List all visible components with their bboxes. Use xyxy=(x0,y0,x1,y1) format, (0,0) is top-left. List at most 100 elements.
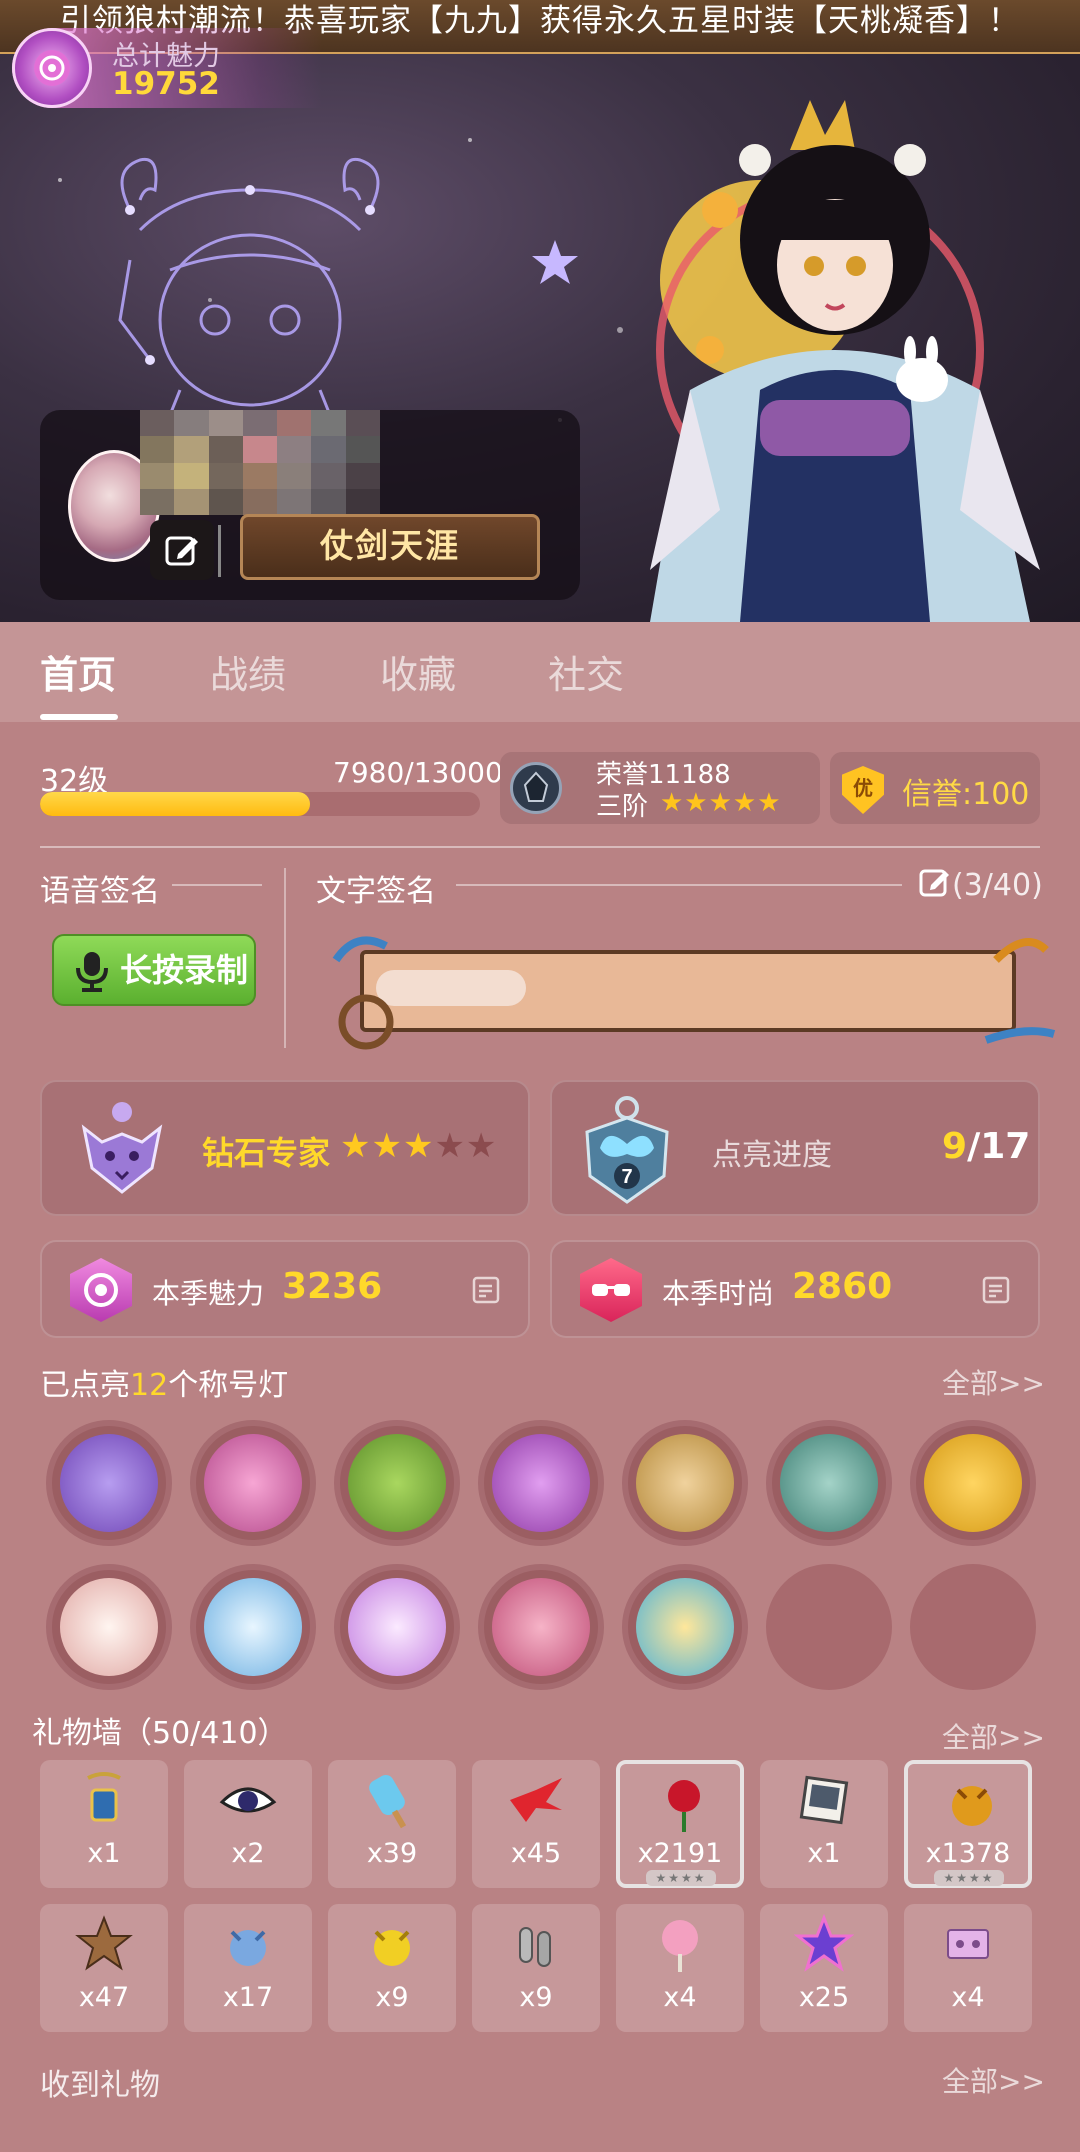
gift-count: x1378 xyxy=(925,1838,1011,1869)
cotton-candy-icon xyxy=(662,1920,698,1972)
tab-collection[interactable]: 收藏 xyxy=(380,644,456,699)
crossbow-icon xyxy=(780,1434,878,1532)
sword-shield-lamp[interactable] xyxy=(622,1420,748,1546)
gift-item[interactable]: x1378 ★★★★ xyxy=(904,1760,1032,1888)
season-fashion-card[interactable]: 本季时尚 2860 xyxy=(550,1240,1040,1338)
gift-item[interactable]: x39 xyxy=(328,1760,456,1888)
gift-count: x9 xyxy=(519,1982,553,2013)
light-progress-value: 9/17 xyxy=(942,1126,1030,1167)
total-charm-panel: 总计魅力 19752 xyxy=(12,28,322,108)
character-fashion-art xyxy=(650,100,1040,622)
potion-lamp[interactable] xyxy=(190,1420,316,1546)
rank-card[interactable]: 钻石专家 ★★★★★ xyxy=(40,1080,530,1216)
rank-name: 钻石专家 xyxy=(202,1134,331,1172)
eye-icon xyxy=(219,1787,277,1813)
title-lamps-suffix: 个称号灯 xyxy=(168,1368,289,1403)
honor-emblem-icon xyxy=(510,762,562,814)
honor-panel[interactable]: 荣誉11188 三阶 ★★★★★ xyxy=(500,752,820,824)
empty-slot xyxy=(910,1564,1036,1690)
rose-badge-icon xyxy=(12,28,92,108)
gift-count: x45 xyxy=(510,1838,562,1869)
season-charm-label: 本季魅力 xyxy=(152,1277,265,1310)
microphone-icon xyxy=(76,952,108,992)
credit-panel[interactable]: 优 信誉:100 xyxy=(830,752,1040,824)
gift-item[interactable]: x1 xyxy=(40,1760,168,1888)
tab-records[interactable]: 战绩 xyxy=(210,644,286,699)
pearl-icon xyxy=(204,1578,302,1676)
tab-social[interactable]: 社交 xyxy=(548,644,624,699)
title-lamps-see-all[interactable]: 全部>> xyxy=(942,1362,1045,1402)
record-voice-button[interactable]: 长按录制 xyxy=(52,934,256,1006)
section-divider xyxy=(40,846,1040,848)
edit-profile-button[interactable] xyxy=(150,520,214,580)
light-progress-card[interactable]: 7 点亮进度 9/17 xyxy=(550,1080,1040,1216)
light-emblem-number: 7 xyxy=(621,1166,632,1188)
paper-crane-icon xyxy=(510,1778,562,1822)
list-detail-icon[interactable] xyxy=(982,1276,1012,1306)
lipstick-lamp[interactable] xyxy=(478,1564,604,1690)
gift-star-rating: ★★★★ xyxy=(646,1870,716,1886)
gift-item[interactable]: x2191 ★★★★ xyxy=(616,1760,744,1888)
season-charm-card[interactable]: 本季魅力 3236 xyxy=(40,1240,530,1338)
rose-lamp[interactable] xyxy=(46,1564,172,1690)
gift-item[interactable]: x9 xyxy=(328,1904,456,2032)
sword-shield-icon xyxy=(636,1434,734,1532)
gift-item[interactable]: x45 xyxy=(472,1760,600,1888)
gift-count: x4 xyxy=(951,1982,985,2013)
crossbow-lamp[interactable] xyxy=(766,1420,892,1546)
gift-wall-see-all[interactable]: 全部>> xyxy=(942,1716,1045,1756)
gift-item[interactable]: x1 xyxy=(760,1760,888,1888)
gift-count: x47 xyxy=(78,1982,130,2013)
gift-star-rating: ★★★★ xyxy=(934,1870,1004,1886)
text-signature-count[interactable]: (3/40) xyxy=(918,866,1043,903)
gift-item[interactable]: x17 xyxy=(184,1904,312,2032)
player-name-blurred xyxy=(140,410,380,515)
level-progress-fill xyxy=(40,792,311,816)
constellation-art xyxy=(118,157,380,440)
gift-item[interactable]: x47 xyxy=(40,1904,168,2032)
honor-tier: 三阶 xyxy=(596,792,649,822)
popcorn-icon xyxy=(636,1578,734,1676)
pearl-lamp[interactable] xyxy=(190,1564,316,1690)
tab-home[interactable]: 首页 xyxy=(40,644,116,699)
blue-cat-icon xyxy=(230,1930,266,1966)
rose-icon xyxy=(70,1258,132,1322)
cassette-icon xyxy=(947,1929,989,1959)
gift-count: x2191 xyxy=(637,1838,723,1869)
edit-icon xyxy=(165,536,198,566)
amulet-icon xyxy=(87,1772,121,1822)
dagger-lamp[interactable] xyxy=(910,1420,1036,1546)
text-label-line xyxy=(456,884,902,886)
gift-item[interactable]: x25 xyxy=(760,1904,888,2032)
gift-count: x2 xyxy=(231,1838,265,1869)
gift-item[interactable]: x4 xyxy=(616,1904,744,2032)
total-charm-value: 19752 xyxy=(112,66,220,102)
voice-signature-label: 语音签名 xyxy=(40,874,160,909)
light-progress-total: /17 xyxy=(967,1126,1031,1167)
wolf-figure-icon xyxy=(952,1786,992,1826)
popcorn-lamp[interactable] xyxy=(622,1564,748,1690)
text-signature-label: 文字签名 xyxy=(316,874,436,909)
gift-wall-heading: 礼物墙（50/410） xyxy=(32,1716,288,1751)
text-signature-scroll[interactable] xyxy=(326,930,1056,1050)
list-detail-icon[interactable] xyxy=(472,1276,502,1306)
level-exp: 7980/13000 xyxy=(333,756,503,789)
dagger-icon xyxy=(924,1434,1022,1532)
title-lamps-prefix: 已点亮 xyxy=(40,1368,130,1403)
title-badge[interactable]: 仗剑天涯 xyxy=(240,514,540,580)
level-progress-bar xyxy=(40,792,480,816)
sheriff-star-icon xyxy=(75,1915,133,1971)
gift-item[interactable]: x2 xyxy=(184,1760,312,1888)
light-progress-label: 点亮进度 xyxy=(712,1138,832,1173)
popsicle-icon xyxy=(369,1774,407,1829)
planet-lamp[interactable] xyxy=(334,1564,460,1690)
cannon-lamp[interactable] xyxy=(334,1420,460,1546)
magic-shield-lamp[interactable] xyxy=(478,1420,604,1546)
gift-item[interactable]: x9 xyxy=(472,1904,600,2032)
received-gifts-see-all[interactable]: 全部>> xyxy=(942,2060,1045,2100)
gift-count: x1 xyxy=(807,1838,841,1869)
cards-lamp[interactable] xyxy=(46,1420,172,1546)
wolf-emblem-icon xyxy=(81,1102,163,1194)
gift-item[interactable]: x4 xyxy=(904,1904,1032,2032)
gift-count: x4 xyxy=(663,1982,697,2013)
